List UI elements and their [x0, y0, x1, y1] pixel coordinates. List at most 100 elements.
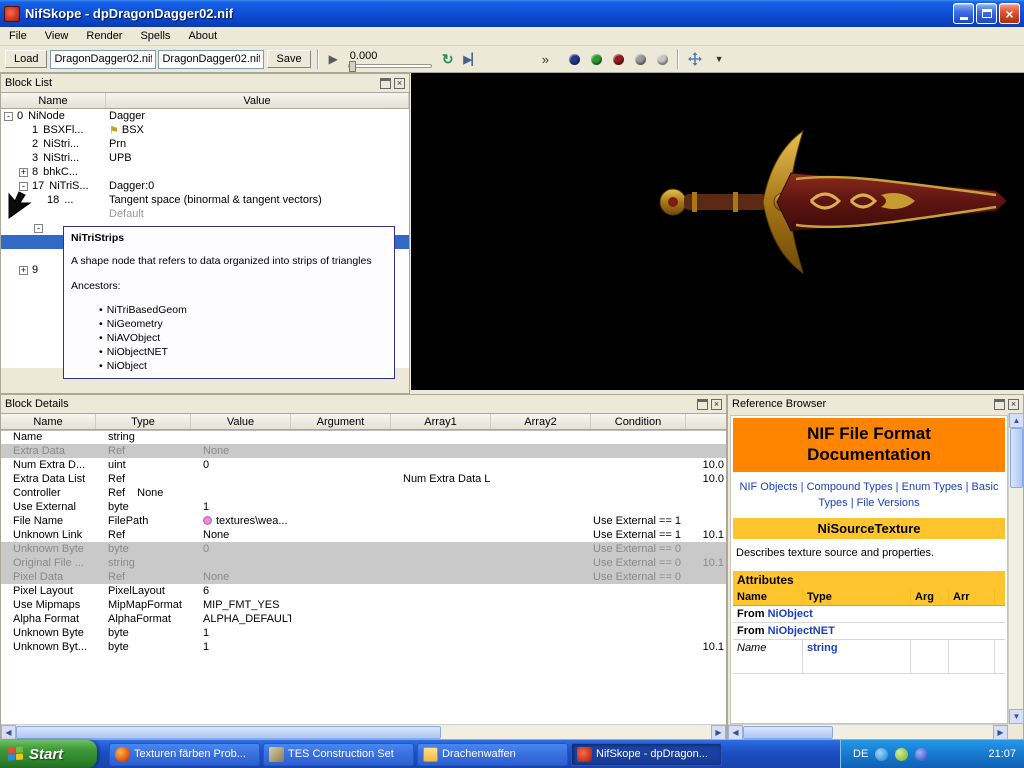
attr-column-header: Type [803, 589, 911, 605]
close-panel-icon[interactable]: × [711, 398, 722, 410]
view-toggle-green-button[interactable] [585, 48, 607, 70]
doc-link[interactable]: NIF Objects [740, 481, 798, 493]
scroll-down-icon[interactable]: ▼ [1009, 709, 1024, 724]
tree-expander-icon[interactable]: - [4, 111, 13, 121]
animation-time-control[interactable]: 0.000 [347, 50, 432, 72]
scroll-left-icon[interactable]: ◀ [728, 725, 743, 740]
table-row[interactable]: Unknown Byte byte 1 [1, 626, 726, 640]
float-panel-icon[interactable] [380, 77, 391, 89]
play-button[interactable]: ▶ [323, 50, 344, 68]
table-row[interactable]: Use Mipmaps MipMapFormat MIP_FMT_YES [1, 598, 726, 612]
table-row[interactable]: Num Extra D... uint 0 10.0 [1, 458, 726, 472]
scroll-right-icon[interactable]: ▶ [993, 725, 1008, 740]
close-panel-icon[interactable]: × [1008, 398, 1019, 410]
block-details-hscrollbar[interactable]: ◀ ▶ [1, 724, 726, 740]
column-header[interactable]: Type [96, 414, 191, 429]
taskbar-task[interactable]: Drachenwaffen [417, 742, 568, 766]
column-header[interactable]: Value [191, 414, 291, 429]
scroll-left-icon[interactable]: ◀ [1, 725, 16, 740]
tree-row[interactable]: Default [1, 207, 409, 221]
table-row[interactable]: Use External byte 1 [1, 500, 726, 514]
view-dropdown-button[interactable]: ▼ [708, 48, 730, 70]
tray-network-icon[interactable] [875, 747, 889, 761]
table-row[interactable]: Extra Data Ref None [1, 444, 726, 458]
close-panel-icon[interactable]: × [394, 77, 405, 89]
render-viewport[interactable] [411, 73, 1024, 390]
float-panel-icon[interactable] [994, 398, 1005, 410]
scrollbar-thumb[interactable] [743, 726, 833, 739]
view-toggle-lightgray-button[interactable] [651, 48, 673, 70]
table-row[interactable]: Original File ... string Use External == … [1, 556, 726, 570]
menu-about[interactable]: About [179, 28, 226, 44]
tree-expander-icon[interactable]: + [19, 265, 28, 275]
column-header-name[interactable]: Name [1, 93, 106, 108]
scrollbar-thumb[interactable] [1010, 428, 1023, 488]
scroll-up-icon[interactable]: ▲ [1009, 413, 1024, 428]
reference-browser-hscrollbar[interactable]: ◀ ▶ [728, 724, 1008, 740]
view-toggle-gray-button[interactable] [629, 48, 651, 70]
load-button[interactable]: Load [5, 50, 48, 68]
doc-link[interactable]: File Versions [857, 497, 920, 509]
play-once-button[interactable]: ▶▏ [461, 48, 483, 70]
doc-title: NIF File Format Documentation [733, 418, 1005, 472]
doc-link[interactable]: Enum Types [902, 481, 963, 493]
table-row[interactable]: Unknown Link Ref None Use External == 1 10.… [1, 528, 726, 542]
close-button[interactable]: × [999, 3, 1020, 24]
load-filename-field[interactable] [50, 49, 157, 69]
table-row[interactable]: Name string [1, 430, 726, 444]
reference-browser-vscrollbar[interactable]: ▲ ▼ [1008, 413, 1024, 724]
tree-expander-icon[interactable]: - [34, 223, 43, 233]
doc-link[interactable]: NiObject [768, 608, 813, 620]
menu-file[interactable]: File [0, 28, 36, 44]
move-view-button[interactable] [684, 48, 706, 70]
column-header[interactable]: Argument [291, 414, 391, 429]
view-toggle-red-button[interactable] [607, 48, 629, 70]
minimize-button[interactable] [953, 3, 974, 24]
scroll-right-icon[interactable]: ▶ [711, 725, 726, 740]
start-button[interactable]: Start [0, 740, 97, 768]
column-header[interactable] [686, 414, 728, 429]
doc-link[interactable]: Compound Types [807, 481, 893, 493]
table-row[interactable]: Unknown Byt... byte 1 10.1 [1, 640, 726, 654]
column-header-value[interactable]: Value [106, 93, 409, 108]
menu-view[interactable]: View [36, 28, 78, 44]
column-header[interactable]: Array2 [491, 414, 591, 429]
view-toggle-navy-button[interactable] [563, 48, 585, 70]
tree-row[interactable]: 3 NiStri... UPB [1, 151, 409, 165]
tree-row[interactable]: 2 NiStri... Prn [1, 137, 409, 151]
tree-row[interactable]: 1 BSXFl... ⚑ BSX [1, 123, 409, 137]
table-row[interactable]: Extra Data List Ref Num Extra Data L... 1… [1, 472, 726, 486]
tree-row[interactable]: -0 NiNode Dagger [1, 109, 409, 123]
maximize-button[interactable] [976, 3, 997, 24]
tree-row[interactable]: 18... Tangent space (binormal & tangent … [1, 193, 409, 207]
table-row[interactable]: Unknown Byte byte 0 Use External == 0 [1, 542, 726, 556]
taskbar-task[interactable]: TES Construction Set [263, 742, 414, 766]
save-button[interactable]: Save [267, 50, 311, 68]
doc-link[interactable]: NiObjectNET [768, 625, 835, 637]
loop-button[interactable]: ↻ [437, 48, 459, 70]
column-header[interactable]: Name [1, 414, 96, 429]
taskbar-task[interactable]: NifSkope - dpDragon... [571, 742, 722, 766]
float-panel-icon[interactable] [697, 398, 708, 410]
table-row[interactable]: Alpha Format AlphaFormat ALPHA_DEFAULT [1, 612, 726, 626]
column-header[interactable]: Array1 [391, 414, 491, 429]
tray-messenger-icon[interactable] [915, 747, 929, 761]
menu-render[interactable]: Render [77, 28, 131, 44]
time-slider[interactable] [347, 60, 432, 72]
tree-expander-icon[interactable]: + [19, 167, 28, 177]
language-indicator[interactable]: DE [853, 748, 868, 760]
tray-update-icon[interactable] [895, 747, 909, 761]
scrollbar-thumb[interactable] [16, 726, 441, 739]
tree-row[interactable]: -17 NiTriS... Dagger:0 [1, 179, 409, 193]
table-row[interactable]: Pixel Data Ref None Use External == 0 [1, 570, 726, 584]
column-header[interactable]: Condition [591, 414, 686, 429]
table-row[interactable]: Controller Ref None [1, 486, 726, 500]
toolbar-overflow-chevron[interactable]: » [542, 52, 549, 67]
save-filename-field[interactable] [158, 49, 265, 69]
menu-spells[interactable]: Spells [131, 28, 179, 44]
tree-row[interactable]: +8 bhkC... [1, 165, 409, 179]
table-row[interactable]: Pixel Layout PixelLayout 6 [1, 584, 726, 598]
table-row[interactable]: File Name FilePath textures\wea... Use Ext… [1, 514, 726, 528]
taskbar-task[interactable]: Texturen färben Prob... [109, 742, 260, 766]
